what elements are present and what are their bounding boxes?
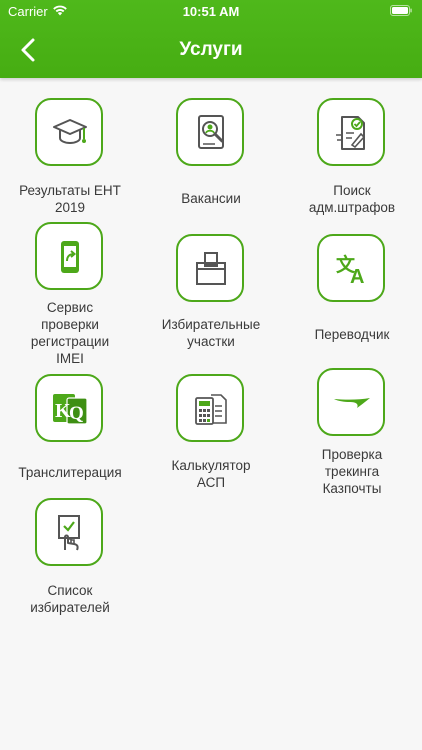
service-tile-transliteration[interactable]: K Q Транслитерация <box>0 374 140 482</box>
service-icon-frame <box>317 368 385 436</box>
service-label: Транслитерация <box>18 465 122 480</box>
service-icon-frame <box>35 222 103 290</box>
service-label: Переводчик <box>314 327 390 342</box>
service-tile-vacancies[interactable]: Вакансии <box>141 98 281 208</box>
app-header: Carrier 10:51 AM Услуги <box>0 0 422 78</box>
service-label: Список избирателей <box>30 583 110 615</box>
service-icon-frame: 文 A <box>317 234 385 302</box>
status-bar: Carrier 10:51 AM <box>0 0 422 24</box>
page-title: Услуги <box>179 39 243 60</box>
ballot-box-icon <box>196 252 226 285</box>
battery-icon <box>390 5 412 16</box>
service-tile-fines-search[interactable]: Поиск адм.штрафов <box>282 98 422 216</box>
service-label: Калькулятор АСП <box>171 458 251 490</box>
fine-document-icon <box>336 116 366 150</box>
graduation-cap-icon <box>53 119 87 145</box>
resume-search-icon <box>198 115 224 149</box>
service-tile-voter-list[interactable]: Список избирателей <box>0 498 140 618</box>
service-icon-frame <box>35 98 103 166</box>
service-label: Вакансии <box>181 191 241 206</box>
service-icon-frame <box>35 498 103 566</box>
kq-letters-icon: K Q <box>53 394 88 425</box>
service-label: Проверка трекинга Казпочты <box>321 447 383 496</box>
service-label: Избирательные участки <box>161 317 261 349</box>
kazpost-logo-icon <box>334 398 370 408</box>
clock: 10:51 AM <box>182 4 240 19</box>
service-icon-frame <box>176 374 244 442</box>
service-icon-frame <box>176 98 244 166</box>
translate-icon: 文 A <box>336 253 364 288</box>
service-tile-translator[interactable]: 文 A Переводчик <box>282 234 422 344</box>
voter-list-icon <box>58 515 80 551</box>
svg-text:A: A <box>350 266 364 288</box>
service-icon-frame <box>176 234 244 302</box>
service-label: Поиск адм.штрафов <box>308 183 396 215</box>
service-tile-ent-results[interactable]: Результаты ЕНТ 2019 <box>0 98 140 216</box>
service-label: Сервис проверки регистрации IMEI <box>30 300 110 366</box>
service-label: Результаты ЕНТ 2019 <box>19 183 121 215</box>
service-tile-asp-calculator[interactable]: Калькулятор АСП <box>141 374 281 492</box>
service-icon-frame: K Q <box>35 374 103 442</box>
phone-share-icon <box>61 241 79 273</box>
svg-text:Q: Q <box>69 403 84 424</box>
service-tile-imei-check[interactable]: Сервис проверки регистрации IMEI <box>0 222 140 367</box>
service-icon-frame <box>317 98 385 166</box>
calculator-icon <box>195 394 227 425</box>
service-tile-kazpost-tracking[interactable]: Проверка трекинга Казпочты <box>282 368 422 500</box>
service-tile-polling-stations[interactable]: Избирательные участки <box>141 234 281 350</box>
